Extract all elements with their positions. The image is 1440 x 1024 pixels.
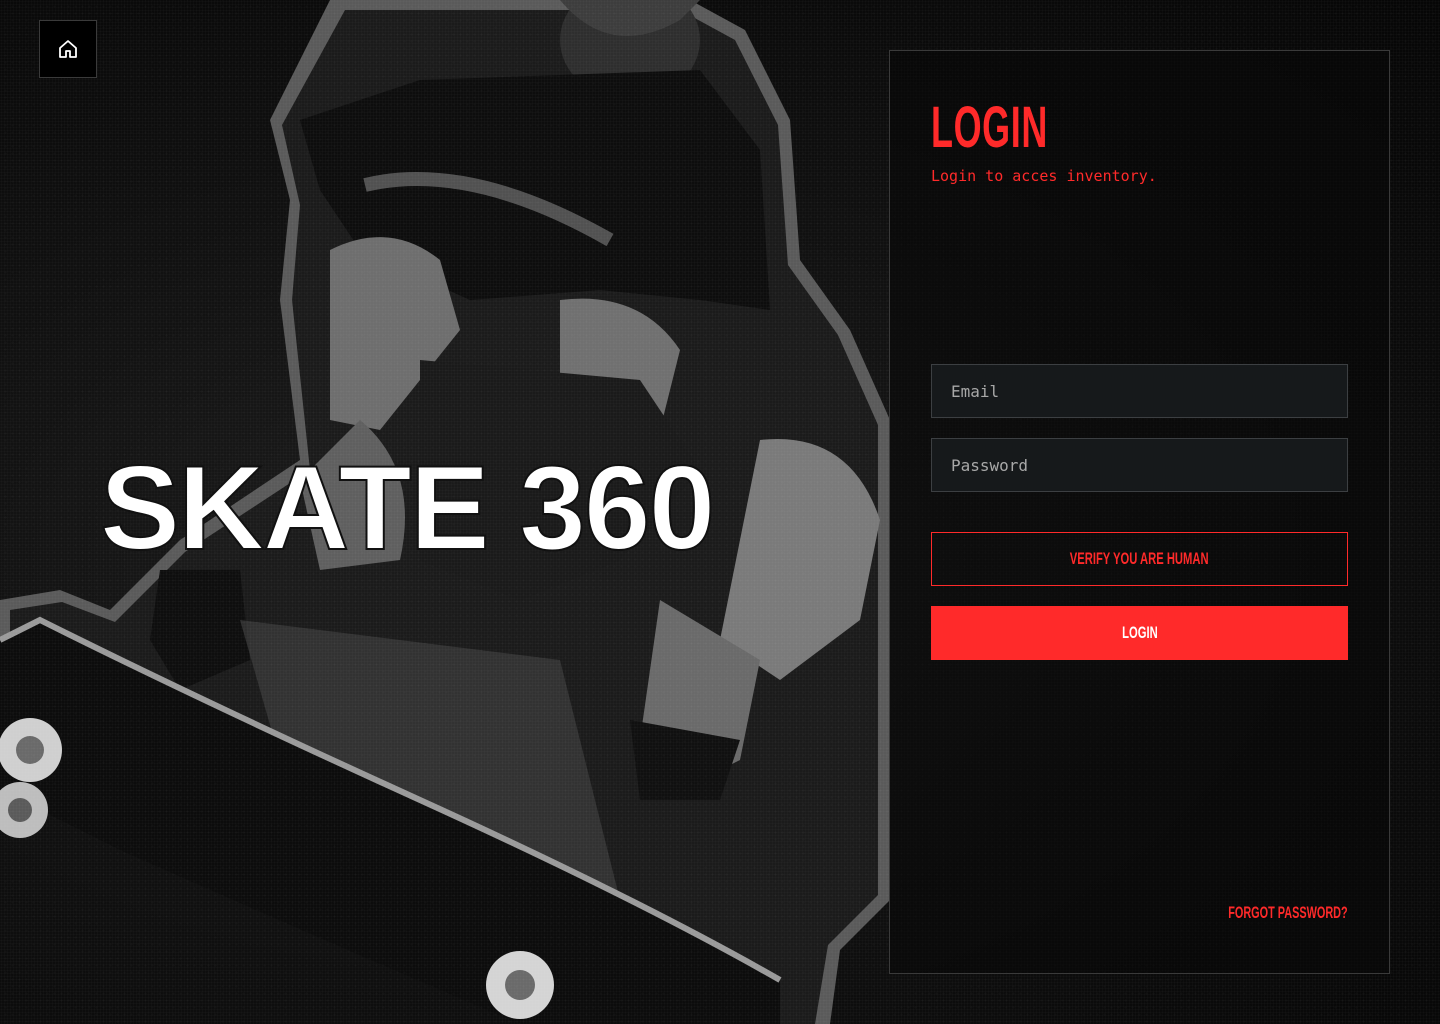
email-field[interactable] — [931, 364, 1348, 418]
verify-human-button[interactable]: VERIFY YOU ARE HUMAN — [931, 532, 1348, 586]
login-heading: LOGIN — [931, 95, 1048, 160]
login-button[interactable]: LOGIN — [931, 606, 1348, 660]
home-icon — [59, 40, 77, 58]
login-button-label: LOGIN — [1121, 623, 1158, 642]
forgot-password-link[interactable]: FORGOT PASSWORD? — [1229, 903, 1348, 923]
login-subtitle: Login to acces inventory. — [931, 167, 1157, 185]
password-field[interactable] — [931, 438, 1348, 492]
brand-title: SKATE 360 — [99, 441, 716, 575]
home-button[interactable] — [39, 20, 97, 78]
verify-human-label: VERIFY YOU ARE HUMAN — [1070, 549, 1209, 568]
login-panel: LOGIN Login to acces inventory. VERIFY Y… — [889, 50, 1390, 974]
login-page: SKATE 360 LOGIN Login to acces inventory… — [0, 0, 1440, 1024]
